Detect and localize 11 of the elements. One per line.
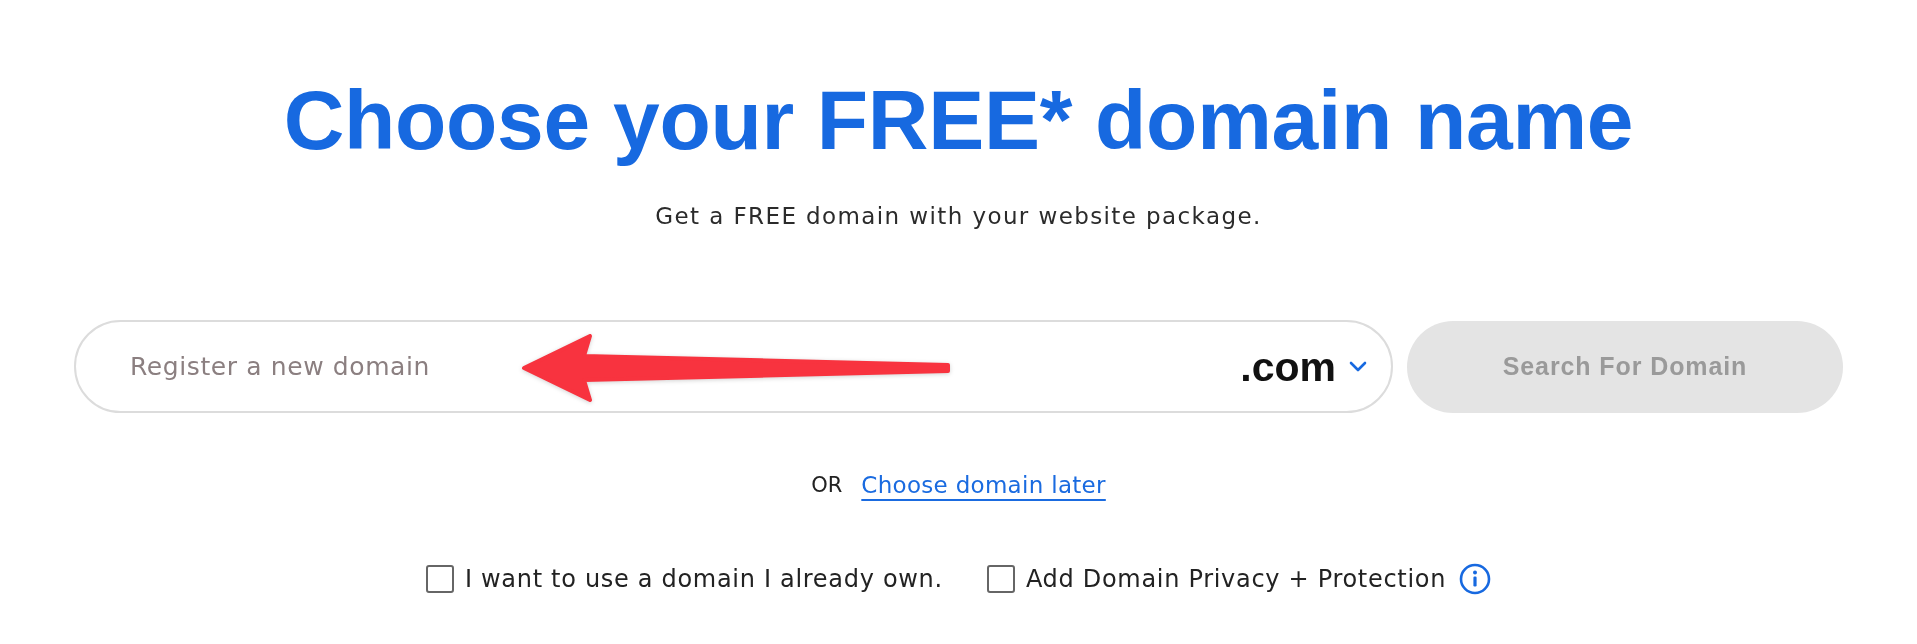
page-title: Choose your FREE* domain name	[283, 72, 1634, 169]
caret-icon	[1349, 361, 1367, 372]
choose-later-link[interactable]: Choose domain later	[861, 470, 1106, 500]
or-text: OR	[811, 472, 843, 499]
page-subtitle: Get a FREE domain with your website package.	[655, 202, 1262, 231]
checkbox-label: I want to use a domain I already own.	[464, 564, 943, 594]
checkbox[interactable]	[986, 565, 1015, 593]
checkbox-label: Add Domain Privacy + Protection	[1025, 564, 1447, 594]
checkbox[interactable]	[425, 565, 454, 593]
info-icon[interactable]	[1459, 563, 1492, 595]
tld-dropdown[interactable]: .com	[1240, 342, 1367, 391]
